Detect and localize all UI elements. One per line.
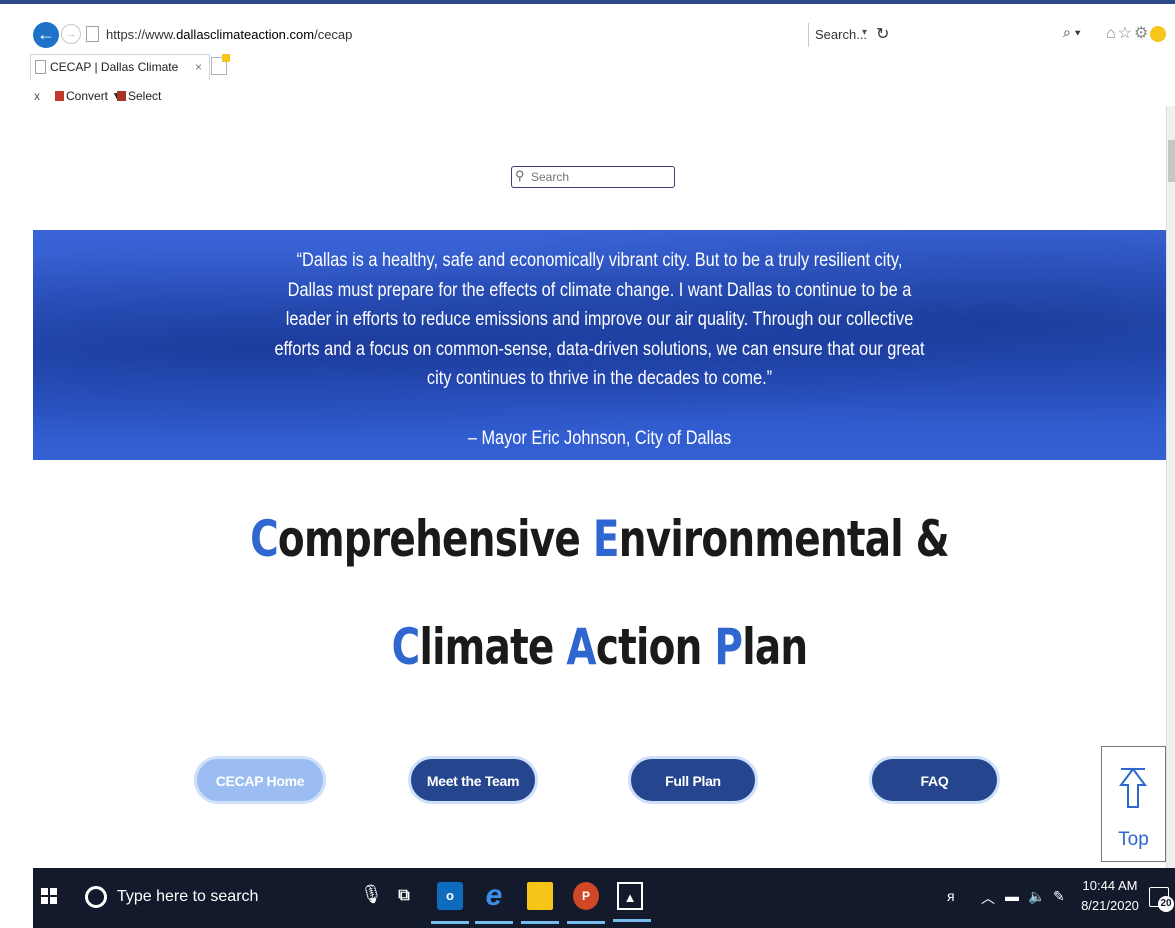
taskbar-clock[interactable]: 10:44 AM 8/21/2020 (1078, 876, 1142, 916)
web-page: ⚲ “Dallas is a healthy, safe and economi… (33, 106, 1166, 868)
network-icon[interactable]: ▬ (1005, 888, 1019, 904)
page-title-line-1: Comprehensive Environmental & (158, 510, 1042, 568)
title-initial: C (250, 510, 279, 568)
mayor-quote: “Dallas is a healthy, safe and economica… (267, 246, 932, 394)
page-title-line-2: Climate Action Plan (158, 618, 1042, 676)
internet-explorer-icon[interactable]: e (475, 881, 513, 924)
title-word: nvironmental & (618, 510, 950, 568)
command-bar-close[interactable]: x (34, 89, 40, 103)
url-prefix: https://www. (106, 27, 177, 42)
file-explorer-icon[interactable] (521, 882, 559, 924)
command-bar: x Convert ▼ Select (0, 86, 1175, 106)
quote-line: efforts and a focus on common-sense, dat… (274, 338, 925, 360)
back-to-top-button[interactable]: Top (1101, 746, 1166, 862)
page-icon (86, 26, 99, 42)
feedback-smiley-icon[interactable] (1150, 25, 1167, 42)
quote-line: Dallas must prepare for the effects of c… (287, 279, 912, 301)
site-search-icon: ⚲ (515, 168, 525, 183)
title-word: limate (419, 618, 567, 676)
back-button[interactable]: ← (33, 22, 59, 48)
browser-chrome: ← → https://www.dallasclimateaction.com/… (0, 0, 1175, 106)
page-scrollbar[interactable] (1166, 106, 1175, 868)
search-icon[interactable]: ⌕ ▾ (1063, 24, 1081, 41)
url-path: /cecap (314, 27, 353, 42)
pdf-convert-icon (55, 91, 64, 101)
title-word: omprehensive (277, 510, 593, 568)
taskbar-search[interactable]: Type here to search (117, 888, 258, 906)
chevron-up-icon[interactable]: ︿ (981, 888, 995, 908)
title-word: lan (742, 618, 808, 676)
quote-attribution: – Mayor Eric Johnson, City of Dallas (467, 428, 732, 449)
task-view-icon[interactable]: ⧉ (391, 882, 417, 910)
arrow-up-icon (1119, 767, 1147, 808)
browser-search-box[interactable]: Search... ⌕ ▾ (808, 23, 1098, 47)
favorites-star-icon[interactable]: ☆ (1118, 25, 1134, 42)
tab-row: CECAP | Dallas Climate × (0, 54, 1175, 80)
title-initial: P (714, 618, 743, 676)
address-row: ← → https://www.dallasclimateaction.com/… (0, 20, 1175, 50)
title-initial: C (391, 618, 421, 676)
tab-page-icon (35, 60, 46, 74)
cecap-home-button[interactable]: CECAP Home (194, 756, 326, 804)
select-label: Select (128, 89, 162, 103)
outlook-icon[interactable]: o (431, 882, 469, 924)
site-search[interactable]: ⚲ (511, 166, 675, 188)
settings-gear-icon[interactable]: ⚙ (1134, 25, 1150, 42)
microphone-icon[interactable]: 🎙 (360, 884, 383, 905)
notification-count: 20 (1158, 896, 1174, 912)
pen-icon[interactable]: ✎ (1053, 888, 1065, 905)
people-icon[interactable]: ᴙ (947, 888, 955, 904)
quote-line: “Dallas is a healthy, safe and economica… (296, 250, 903, 271)
clock-date: 8/21/2020 (1081, 898, 1139, 913)
hero-banner: “Dallas is a healthy, safe and economica… (33, 230, 1166, 460)
url-domain: dallasclimateaction.com (176, 27, 315, 42)
title-initial: A (566, 618, 596, 676)
volume-icon[interactable]: 🔈 (1028, 888, 1045, 905)
forward-button[interactable]: → (61, 24, 81, 44)
title-initial: E (592, 510, 620, 568)
windows-start-icon[interactable] (41, 888, 57, 904)
convert-label: Convert (66, 89, 109, 103)
pdf-select-icon (117, 91, 126, 101)
back-to-top-label: Top (1118, 829, 1149, 850)
quote-line: leader in efforts to reduce emissions an… (285, 309, 914, 330)
new-tab-icon[interactable] (211, 54, 230, 75)
quote-line: city continues to thrive in the decades … (426, 368, 773, 389)
title-word: ction (595, 618, 715, 676)
clock-time: 10:44 AM (1082, 878, 1138, 893)
tab-cecap[interactable]: CECAP | Dallas Climate × (30, 54, 210, 80)
faq-button[interactable]: FAQ (869, 756, 1000, 804)
site-search-input[interactable] (531, 170, 671, 184)
window-left-edge (0, 106, 33, 928)
tab-title: CECAP | Dallas Climate (50, 60, 179, 74)
notification-icon[interactable]: 20 (1149, 887, 1174, 912)
windows-taskbar: Type here to search 🎙 ⧉ o e P ▲ ᴙ ︿ ▬ 🔈 … (33, 868, 1175, 928)
tab-close-icon[interactable]: × (195, 60, 202, 74)
powerpoint-icon[interactable]: P (567, 882, 605, 924)
meet-the-team-button[interactable]: Meet the Team (408, 756, 538, 804)
select-button[interactable]: Select (117, 89, 161, 103)
address-bar[interactable]: https://www.dallasclimateaction.com/ceca… (86, 23, 889, 47)
full-plan-button[interactable]: Full Plan (628, 756, 758, 804)
browser-search-placeholder: Search... (815, 27, 868, 42)
cortana-icon[interactable] (85, 886, 107, 908)
url-text: https://www.dallasclimateaction.com/ceca… (106, 27, 352, 42)
home-icon[interactable]: ⌂ (1106, 25, 1118, 42)
convert-button[interactable]: Convert ▼ (55, 89, 123, 103)
toolbar-icons: ⌂☆⚙ (1106, 23, 1167, 43)
scrollbar-thumb[interactable] (1168, 140, 1175, 182)
photos-icon[interactable]: ▲ (613, 882, 651, 922)
